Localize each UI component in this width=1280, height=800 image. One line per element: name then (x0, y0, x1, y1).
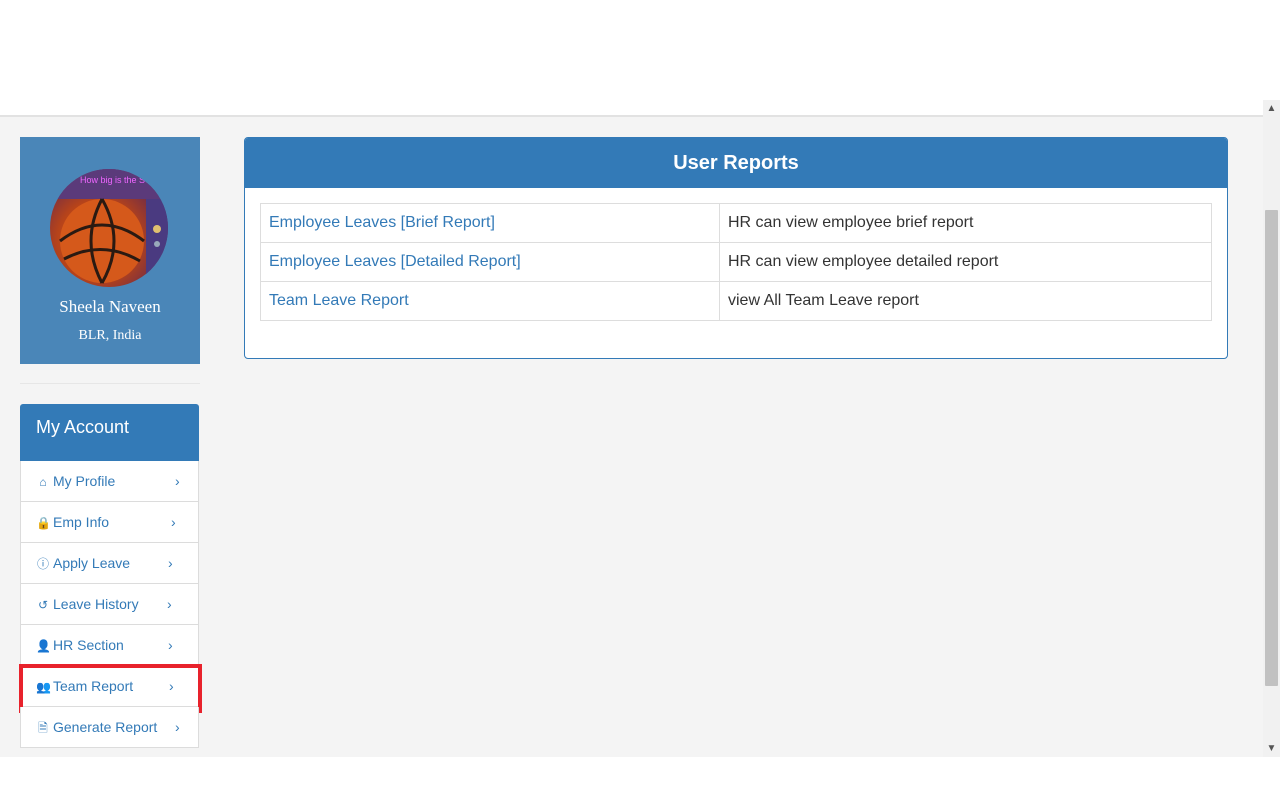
chevron-right-icon: › (171, 514, 176, 530)
profile-card: How big is the SUN? Sheela Naveen BLR, I… (20, 137, 200, 364)
chevron-right-icon: › (175, 473, 180, 489)
sidebar-divider (20, 383, 200, 384)
file-excel-icon: 🗎 (38, 721, 48, 735)
info-circle-icon: ⓘ (36, 557, 49, 571)
home-icon: ⌂ (39, 475, 47, 489)
report-description: view All Team Leave report (719, 281, 1212, 321)
sidebar-item-emp-info[interactable]: 🔒 Emp Info › (20, 502, 199, 543)
sidebar-item-label: My Profile (53, 473, 116, 489)
user-reports-heading: User Reports (245, 138, 1227, 188)
chevron-right-icon: › (175, 719, 180, 735)
my-account-panel: My Account ⌂ My Profile › 🔒 Emp Info › ⓘ Ap… (19, 404, 202, 748)
scroll-up-arrow-icon[interactable]: ▲ (1263, 100, 1280, 117)
sidebar-item-leave-history[interactable]: ↺ Leave History › (20, 584, 199, 625)
bottom-blank-area (0, 757, 1280, 800)
reports-table: Employee Leaves [Brief Report] HR can vi… (260, 203, 1212, 321)
history-icon: ↺ (37, 598, 49, 612)
sidebar-item-label: Apply Leave (53, 555, 131, 571)
sidebar-item-hr-section[interactable]: 👤 HR Section › (20, 625, 199, 666)
sidebar-item-label: Team Report (53, 678, 134, 694)
avatar-caption: How big is the SUN? (80, 175, 163, 185)
basketball-sun-image: How big is the SUN? (50, 169, 168, 287)
profile-name: Sheela Naveen (59, 297, 161, 316)
chevron-right-icon: › (168, 637, 173, 653)
content-area: How big is the SUN? Sheela Naveen BLR, I… (0, 115, 1263, 759)
table-row: Team Leave Report view All Team Leave re… (260, 281, 1212, 321)
sidebar-item-generate-report[interactable]: 🗎 Generate Report › (20, 707, 199, 748)
lock-icon: 🔒 (36, 516, 51, 530)
chevron-right-icon: › (168, 555, 173, 571)
sidebar-item-label: Generate Report (53, 719, 158, 735)
vertical-scrollbar[interactable]: ▲ ▼ (1263, 100, 1280, 757)
table-row: Employee Leaves [Brief Report] HR can vi… (260, 203, 1212, 243)
report-description: HR can view employee detailed report (719, 242, 1212, 282)
user-icon: 👤 (36, 639, 51, 653)
sidebar-item-label: Leave History (53, 596, 139, 612)
my-account-heading: My Account (20, 404, 199, 461)
sidebar-item-label: Emp Info (53, 514, 110, 530)
report-description: HR can view employee brief report (719, 203, 1212, 243)
sidebar-item-team-report[interactable]: 👥 Team Report › (19, 664, 202, 713)
profile-location: BLR, India (78, 328, 142, 343)
sidebar-item-label: HR Section (53, 637, 124, 653)
user-reports-panel: User Reports Employee Leaves [Brief Repo… (244, 137, 1228, 359)
report-link-brief[interactable]: Employee Leaves [Brief Report] (260, 203, 720, 243)
chevron-right-icon: › (169, 678, 174, 694)
sidebar-item-apply-leave[interactable]: ⓘ Apply Leave › (20, 543, 199, 584)
scroll-down-arrow-icon[interactable]: ▼ (1263, 740, 1280, 757)
report-link-detailed[interactable]: Employee Leaves [Detailed Report] (260, 242, 720, 282)
users-icon: 👥 (36, 680, 51, 694)
chevron-right-icon: › (167, 596, 172, 612)
avatar: How big is the SUN? (50, 169, 168, 287)
report-link-team-leave[interactable]: Team Leave Report (260, 281, 720, 321)
top-blank-area (0, 0, 1280, 115)
sidebar-item-my-profile[interactable]: ⌂ My Profile › (20, 461, 199, 502)
scrollbar-thumb[interactable] (1265, 210, 1278, 686)
table-row: Employee Leaves [Detailed Report] HR can… (260, 242, 1212, 282)
